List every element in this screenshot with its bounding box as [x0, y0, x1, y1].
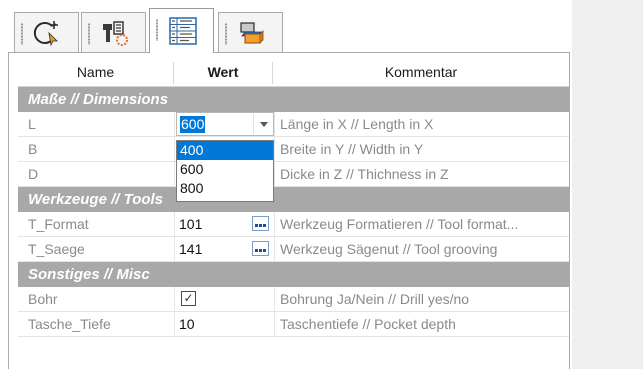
category-tools[interactable]: Werkzeuge // Tools: [18, 187, 569, 212]
dropdown-option[interactable]: 800: [177, 179, 273, 198]
row-name: D: [28, 166, 39, 182]
combobox-dropdown-list: 400 600 800: [176, 140, 274, 202]
row-value[interactable]: 10: [179, 312, 259, 336]
row-name: Tasche_Tiefe: [28, 316, 111, 332]
cell-divider: [274, 112, 275, 136]
combobox-selected-text[interactable]: 600: [180, 116, 206, 133]
tab-geometry[interactable]: [14, 12, 79, 52]
row-comment: Werkzeug Sägenut // Tool grooving: [280, 241, 498, 257]
row-name: Bohr: [28, 291, 58, 307]
column-header-value[interactable]: Wert: [174, 59, 272, 86]
value-combobox[interactable]: 600: [176, 112, 274, 136]
cell-divider: [274, 237, 275, 261]
cell-divider: [174, 212, 175, 236]
row-name: B: [28, 141, 38, 157]
tab-tools[interactable]: [81, 12, 146, 52]
grid-row-L[interactable]: L 600 Länge in X // Length in X: [18, 112, 569, 137]
cell-divider: [174, 137, 175, 161]
dropdown-option[interactable]: 400: [177, 141, 273, 160]
column-header-comment[interactable]: Kommentar: [273, 59, 569, 86]
tab-grip: [156, 19, 158, 41]
cell-divider: [174, 162, 175, 186]
cell-divider: [274, 162, 275, 186]
ellipsis-icon: [255, 224, 258, 227]
row-name: T_Saege: [28, 241, 85, 257]
row-comment: Bohrung Ja/Nein // Drill yes/no: [280, 291, 470, 307]
tab-bar: [8, 0, 572, 53]
tab-properties[interactable]: [149, 8, 214, 53]
row-name: T_Format: [28, 216, 89, 232]
grid-row-T_Saege[interactable]: T_Saege 141 Werkzeug Sägenut // Tool gro…: [18, 237, 569, 262]
tool-saw-icon: [103, 21, 128, 46]
stacked-boxes-icon: [240, 22, 264, 44]
cell-divider: [174, 237, 175, 261]
cell-divider: [174, 112, 175, 136]
row-comment: Werkzeug Formatieren // Tool format...: [280, 216, 519, 232]
grid-header: Name Wert Kommentar: [18, 59, 569, 87]
drill-checkbox[interactable]: ✓: [181, 291, 196, 306]
row-comment: Dicke in Z // Thichness in Z: [280, 166, 449, 182]
tab-grip: [225, 23, 227, 45]
category-misc[interactable]: Sonstiges // Misc: [18, 262, 569, 287]
grid-row-Tasche_Tiefe[interactable]: Tasche_Tiefe 10 Taschentiefe // Pocket d…: [18, 312, 569, 337]
dropdown-option[interactable]: 600: [177, 160, 273, 179]
tab-grip: [21, 23, 23, 45]
row-comment: Taschentiefe // Pocket depth: [280, 316, 456, 332]
ellipsis-button[interactable]: [252, 241, 269, 256]
row-comment: Länge in X // Length in X: [280, 116, 434, 132]
grid-row-D[interactable]: D Dicke in Z // Thichness in Z: [18, 162, 569, 187]
cell-divider: [274, 212, 275, 236]
ellipsis-button[interactable]: [252, 216, 269, 231]
grid-row-T_Format[interactable]: T_Format 101 Werkzeug Formatieren // Too…: [18, 212, 569, 237]
column-header-name[interactable]: Name: [18, 59, 173, 86]
cell-divider: [274, 137, 275, 161]
tab-objects[interactable]: [218, 12, 283, 52]
ellipsis-icon: [255, 249, 258, 252]
cell-divider: [274, 287, 275, 311]
cell-divider: [274, 312, 275, 336]
property-table-icon: [169, 17, 197, 45]
cell-divider: [174, 287, 175, 311]
property-grid: Name Wert Kommentar Maße // Dimensions L…: [18, 59, 569, 337]
right-side-panel: [572, 0, 643, 369]
row-value[interactable]: 141: [179, 237, 259, 261]
geometry-cursor-icon: [33, 21, 58, 47]
tab-grip: [88, 23, 90, 45]
chevron-down-icon[interactable]: [253, 114, 274, 134]
grid-row-B[interactable]: B Breite in Y // Width in Y: [18, 137, 569, 162]
row-name: L: [28, 116, 36, 132]
row-value[interactable]: 101: [179, 212, 259, 236]
cell-divider: [174, 312, 175, 336]
grid-row-Bohr[interactable]: Bohr ✓ Bohrung Ja/Nein // Drill yes/no: [18, 287, 569, 312]
row-comment: Breite in Y // Width in Y: [280, 141, 424, 157]
category-dimensions[interactable]: Maße // Dimensions: [18, 87, 569, 112]
